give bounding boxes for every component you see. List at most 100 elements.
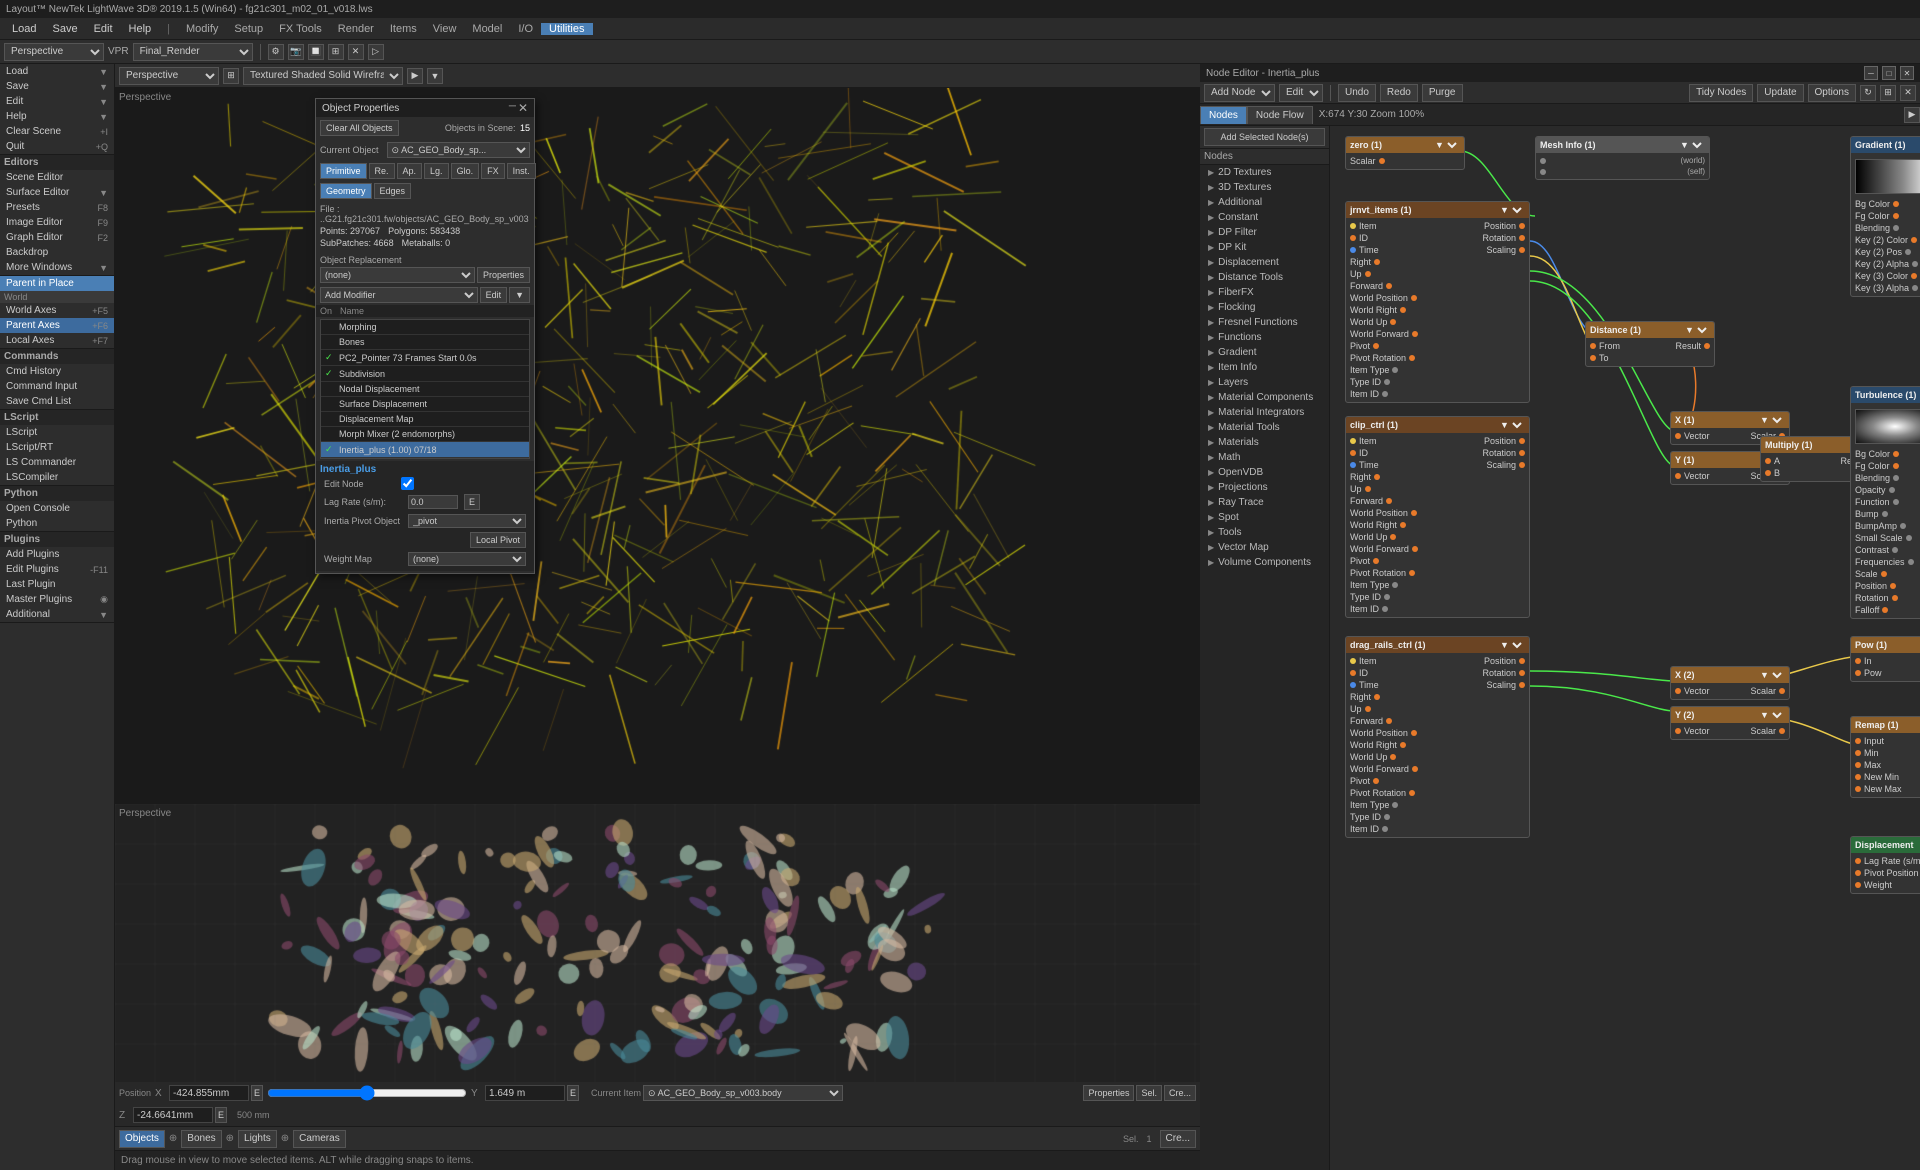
ne-redo-btn[interactable]: Redo [1380,84,1418,102]
local-pivot-btn[interactable]: Local Pivot [470,532,526,548]
modifier-opts-btn[interactable]: ▼ [509,287,530,303]
menu-load[interactable]: Load [4,23,44,35]
tab-primitive[interactable]: Primitive [320,163,367,179]
nodes-list-item-dp-filter[interactable]: ▶DP Filter [1200,225,1329,240]
sidebar-scene-editor[interactable]: Scene Editor [0,170,114,185]
tidy-nodes-btn[interactable]: Tidy Nodes [1689,84,1753,102]
sidebar-load[interactable]: Load ▼ [0,64,114,79]
modifier-nodal[interactable]: Nodal Displacement [321,382,529,397]
nodes-list-item-constant[interactable]: ▶Constant [1200,210,1329,225]
sel-bottom-btn[interactable]: Sel. [1136,1085,1162,1101]
nodes-list-item-additional[interactable]: ▶Additional [1200,195,1329,210]
menu-io[interactable]: I/O [510,23,541,35]
nodes-list-item-fiberfx[interactable]: ▶FiberFX [1200,285,1329,300]
node-y2-dropdown[interactable]: ▼ [1756,709,1785,721]
nodes-list-item-gradient[interactable]: ▶Gradient [1200,345,1329,360]
sidebar-quit[interactable]: Quit +Q [0,139,114,154]
nodes-list-item-2d-textures[interactable]: ▶2D Textures [1200,165,1329,180]
menu-edit[interactable]: Edit [86,23,121,35]
ne-icon-1[interactable]: ↻ [1860,85,1876,101]
sidebar-image-editor[interactable]: Image Editor F9 [0,215,114,230]
modifier-disp-map[interactable]: Displacement Map [321,412,529,427]
create-btn[interactable]: Cre... [1164,1085,1196,1101]
shading-select[interactable]: Textured Shaded Solid Wireframe [243,67,403,85]
nodes-list-item-distance-tools[interactable]: ▶Distance Tools [1200,270,1329,285]
subtab-geometry[interactable]: Geometry [320,183,372,199]
clear-all-objects-btn[interactable]: Clear All Objects [320,120,399,136]
nodes-list-item-item-info[interactable]: ▶Item Info [1200,360,1329,375]
ne-minimize-btn[interactable]: ─ [1864,66,1878,80]
bones-tab[interactable]: Bones [181,1130,221,1148]
node-turbulence[interactable]: Turbulence (1) ▼ Bg Color Color [1850,386,1920,619]
sidebar-backdrop[interactable]: Backdrop [0,245,114,260]
sidebar-edit-plugins[interactable]: Edit Plugins -F11 [0,562,114,577]
nodes-list-item-openvdb[interactable]: ▶OpenVDB [1200,465,1329,480]
tab-ap[interactable]: Ap. [397,163,423,179]
sidebar-lscompiler[interactable]: LSCompiler [0,470,114,485]
dialog-close[interactable]: ✕ [518,101,528,115]
node-remap[interactable]: Remap (1) ▼ Input Result Min Max [1850,716,1920,798]
modifier-surface-disp[interactable]: Surface Displacement [321,397,529,412]
properties-bottom-btn[interactable]: Properties [1083,1085,1134,1101]
ne-undo-btn[interactable]: Undo [1338,84,1376,102]
lights-tab[interactable]: Lights [238,1130,277,1148]
nodes-list-item-material-tools[interactable]: ▶Material Tools [1200,420,1329,435]
sidebar-additional[interactable]: Additional ▼ [0,607,114,622]
sidebar-clear-scene[interactable]: Clear Scene +I [0,124,114,139]
node-clip-ctrl[interactable]: clip_ctrl (1) ▼ Item Position ID Rotatio… [1345,416,1530,618]
node-x2-dropdown[interactable]: ▼ [1756,669,1785,681]
cameras-tab[interactable]: Cameras [293,1130,346,1148]
sidebar-last-plugin[interactable]: Last Plugin [0,577,114,592]
nodes-list-item-3d-textures[interactable]: ▶3D Textures [1200,180,1329,195]
nodes-list-item-displacement[interactable]: ▶Displacement [1200,255,1329,270]
toolbar-icon-6[interactable]: ▷ [368,44,384,60]
sidebar-add-plugins[interactable]: Add Plugins [0,547,114,562]
edit-modifier-btn[interactable]: Edit [480,287,508,303]
tab-re[interactable]: Re. [369,163,395,179]
sidebar-edit[interactable]: Edit ▼ [0,94,114,109]
lag-rate-btn[interactable]: E [464,494,480,510]
current-item-select[interactable]: ⊙ AC_GEO_Body_sp_v003.body [643,1085,843,1101]
ne-edit-dropdown[interactable]: Edit [1279,84,1323,102]
nodes-list-item-dp-kit[interactable]: ▶DP Kit [1200,240,1329,255]
nodes-list-item-layers[interactable]: ▶Layers [1200,375,1329,390]
viewport-mode-select[interactable]: Perspective [4,43,104,61]
shade-icon-2[interactable]: ▼ [427,68,443,84]
objects-tab[interactable]: Objects [119,1130,165,1148]
properties-btn[interactable]: Properties [477,267,530,283]
node-drag-rails-dropdown[interactable]: ▼ [1496,639,1525,651]
z-e-btn[interactable]: E [215,1107,227,1123]
node-mesh-info[interactable]: Mesh Info (1) ▼ (world) (self) [1535,136,1710,180]
replacement-select[interactable]: (none) [320,267,475,283]
tab-lg[interactable]: Lg. [424,163,449,179]
x-e-btn[interactable]: E [251,1085,263,1101]
sidebar-parent-axes[interactable]: Parent Axes +F6 [0,318,114,333]
sidebar-save-cmd-list[interactable]: Save Cmd List [0,394,114,409]
shading-icon[interactable]: ⊞ [223,68,239,84]
weight-map-select[interactable]: (none) [408,552,526,566]
ne-icon-3[interactable]: ✕ [1900,85,1916,101]
sidebar-command-input[interactable]: Command Input [0,379,114,394]
y-e-btn[interactable]: E [567,1085,579,1101]
sidebar-lscript[interactable]: LScript [0,425,114,440]
node-y2[interactable]: Y (2) ▼ Vector Scalar [1670,706,1790,740]
ne-add-node-dropdown[interactable]: Add Node [1204,84,1275,102]
toolbar-icon-2[interactable]: 📷 [288,44,304,60]
menu-render[interactable]: Render [330,23,382,35]
nodes-list-item-material-components[interactable]: ▶Material Components [1200,390,1329,405]
menu-utilities[interactable]: Utilities [541,23,592,35]
sidebar-presets[interactable]: Presets F8 [0,200,114,215]
shade-icon-1[interactable]: ▶ [407,68,423,84]
sidebar-save[interactable]: Save ▼ [0,79,114,94]
menu-view[interactable]: View [425,23,465,35]
menu-items[interactable]: Items [382,23,425,35]
pivot-object-select[interactable]: _pivot [408,514,526,528]
modifier-morph-mixer[interactable]: Morph Mixer (2 endomorphs) [321,427,529,442]
bottom-viewport-mode[interactable]: Perspective [119,67,219,85]
nodes-list-item-materials[interactable]: ▶Materials [1200,435,1329,450]
nodes-list-item-functions[interactable]: ▶Functions [1200,330,1329,345]
dialog-minimize[interactable]: ─ [509,101,516,115]
toolbar-icon-1[interactable]: ⚙ [268,44,284,60]
ne-icon-2[interactable]: ⊞ [1880,85,1896,101]
menu-model[interactable]: Model [464,23,510,35]
